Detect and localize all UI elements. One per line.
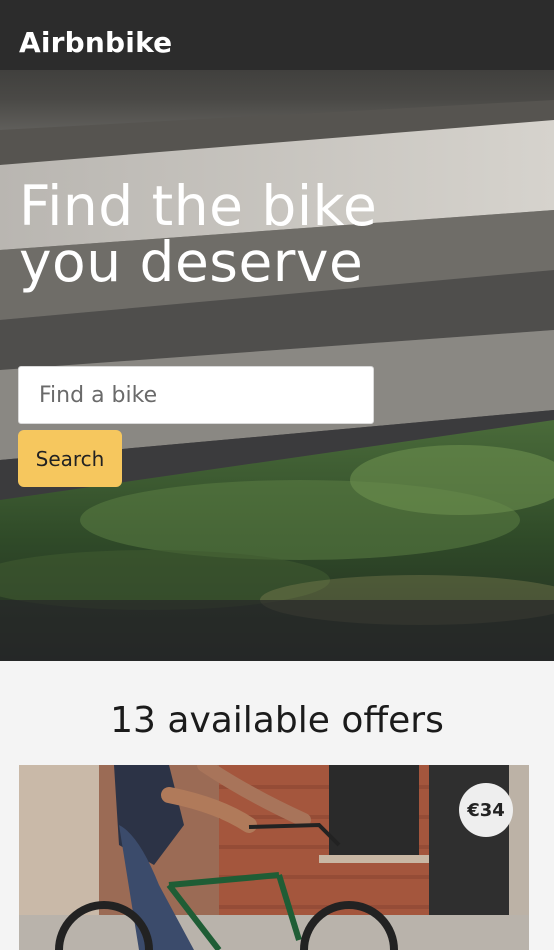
offer-card[interactable] xyxy=(19,765,529,950)
offers-count-heading: 13 available offers xyxy=(110,700,444,741)
offer-price-badge: €34 xyxy=(459,783,513,837)
hero-headline: Find the bike you deserve xyxy=(19,178,539,290)
hero-section: Airbnbike Find the bike you deserve xyxy=(0,0,554,661)
hero-headline-line1: Find the bike xyxy=(19,174,378,238)
search-button[interactable]: Search xyxy=(18,430,122,487)
logo[interactable]: Airbnbike xyxy=(19,26,172,59)
search-input[interactable] xyxy=(18,366,374,424)
hero-background-image xyxy=(0,0,554,661)
hero-headline-line2: you deserve xyxy=(19,230,364,294)
offer-bike-image xyxy=(19,765,529,950)
